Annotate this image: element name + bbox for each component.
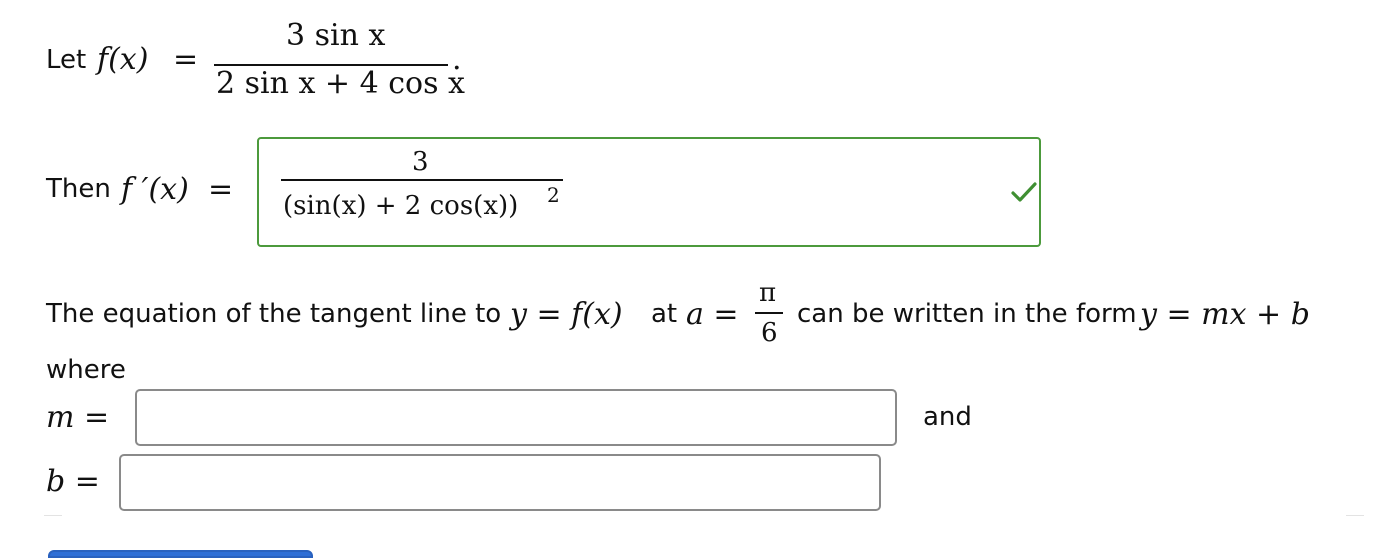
fx-denominator: 2 sin x + 4 cos x: [216, 66, 465, 101]
answer-numerator: 3: [412, 147, 429, 177]
separator-right: [1346, 515, 1364, 516]
line-form: y = mx + b: [1140, 297, 1310, 332]
tangent-text-part3: can be written in the form: [797, 299, 1137, 329]
submit-button[interactable]: [48, 550, 313, 558]
pi-fraction-bar: [755, 312, 783, 314]
fprime-lhs: f ′(x): [121, 172, 189, 207]
tangent-text-at: at: [651, 299, 678, 329]
fx-lhs: f(x): [97, 42, 149, 77]
answer-fraction-bar: [281, 179, 563, 181]
pi-numerator: π: [759, 278, 777, 308]
intercept-b-input[interactable]: [119, 454, 881, 511]
period: .: [452, 42, 462, 77]
a-equals: a =: [686, 297, 739, 332]
fx-numerator: 3 sin x: [286, 18, 386, 53]
derivative-answer-field[interactable]: 3 (sin(x) + 2 cos(x)) 2: [257, 137, 1041, 247]
answer-exponent: 2: [547, 183, 560, 207]
where-label: where: [46, 355, 126, 385]
y-eq-fx: y = f(x): [510, 297, 623, 332]
equals-sign-2: =: [208, 172, 234, 207]
slope-m-input[interactable]: [135, 389, 897, 446]
m-label: m =: [46, 400, 110, 435]
answer-denominator: (sin(x) + 2 cos(x)): [283, 191, 519, 221]
b-label: b =: [46, 464, 100, 499]
pi-denominator: 6: [761, 318, 778, 348]
then-label: Then: [46, 174, 111, 204]
correct-check-icon: [1011, 181, 1037, 203]
and-label: and: [923, 402, 972, 432]
equals-sign: =: [173, 42, 199, 77]
let-label: Let: [46, 45, 87, 75]
tangent-text-part1: The equation of the tangent line to: [46, 299, 502, 329]
separator-left: [44, 515, 62, 516]
